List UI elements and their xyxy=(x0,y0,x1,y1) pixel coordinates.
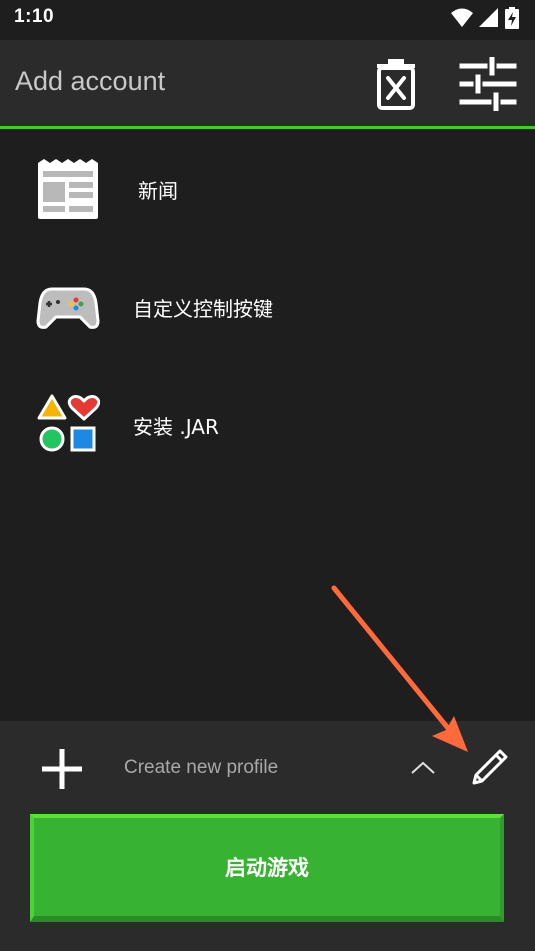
toolbar: Add account xyxy=(0,40,535,129)
pencil-icon xyxy=(472,749,508,785)
battery-charging-icon xyxy=(505,7,519,29)
app-screen: 1:10 Add account 新闻 自定义控制按键 安装 .JAR Crea… xyxy=(0,0,535,951)
gamepad-icon xyxy=(36,287,100,329)
status-time: 1:10 xyxy=(14,6,55,27)
chevron-up-icon xyxy=(411,761,435,774)
add-profile-button[interactable] xyxy=(36,743,88,795)
menu-item-news[interactable]: 新闻 xyxy=(0,129,535,247)
launch-game-label: 启动游戏 xyxy=(225,856,309,880)
status-bar: 1:10 xyxy=(0,0,535,40)
settings-sliders-icon xyxy=(459,57,517,111)
edit-profile-button[interactable] xyxy=(466,743,514,791)
menu-item-label: 安装 .JAR xyxy=(133,415,219,439)
menu-list: 新闻 自定义控制按键 安装 .JAR xyxy=(0,129,535,483)
menu-item-custom-controls[interactable]: 自定义控制按键 xyxy=(0,247,535,365)
menu-item-label: 新闻 xyxy=(138,179,178,203)
delete-account-icon xyxy=(377,59,415,110)
menu-item-label: 自定义控制按键 xyxy=(133,297,273,321)
plus-icon xyxy=(42,749,82,789)
bottom-panel: Create new profile 启动游戏 xyxy=(0,721,535,951)
wifi-icon xyxy=(451,8,473,27)
profile-selector[interactable]: Create new profile xyxy=(124,757,278,779)
settings-button[interactable] xyxy=(458,54,518,114)
profile-row: Create new profile xyxy=(0,721,535,813)
menu-item-install-jar[interactable]: 安装 .JAR xyxy=(0,365,535,483)
launch-game-button[interactable]: 启动游戏 xyxy=(30,814,504,922)
news-icon xyxy=(38,159,98,219)
signal-icon xyxy=(479,8,498,27)
delete-account-button[interactable] xyxy=(366,54,426,114)
profile-expand-button[interactable] xyxy=(406,753,440,783)
status-icons xyxy=(451,6,519,30)
shapes-icon xyxy=(37,394,100,452)
toolbar-title: Add account xyxy=(15,66,166,96)
